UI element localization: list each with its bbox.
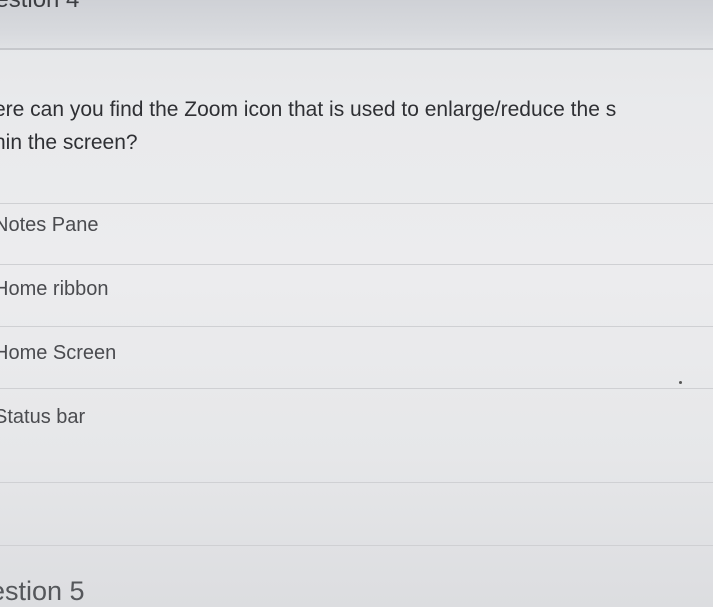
answer-option-label: Notes Pane xyxy=(0,214,99,236)
screen-speck xyxy=(679,381,682,384)
question-prompt-line-1: ere can you find the Zoom icon that is u… xyxy=(0,98,617,121)
divider xyxy=(0,326,713,327)
answer-option-home-screen[interactable]: Home Screen xyxy=(0,328,713,388)
answer-option-home-ribbon[interactable]: Home ribbon xyxy=(0,264,713,324)
question-prompt: ere can you find the Zoom icon that is u… xyxy=(0,93,713,159)
question-prompt-line-2: hin the screen? xyxy=(0,131,138,154)
answer-option-notes-pane[interactable]: Notes Pane xyxy=(0,200,713,260)
divider xyxy=(0,545,713,546)
answer-option-label: Home Screen xyxy=(0,342,117,364)
answer-option-label: Home ribbon xyxy=(0,278,109,300)
divider xyxy=(0,388,713,389)
question-title: uestion 4 xyxy=(0,0,79,14)
next-question-title: estion 5 xyxy=(0,576,85,606)
divider xyxy=(0,482,713,483)
quiz-page: uestion 4 ere can you find the Zoom icon… xyxy=(0,0,713,607)
answer-option-label: Status bar xyxy=(0,406,86,428)
question-header: uestion 4 xyxy=(0,0,713,50)
answer-option-status-bar[interactable]: Status bar xyxy=(0,392,713,452)
